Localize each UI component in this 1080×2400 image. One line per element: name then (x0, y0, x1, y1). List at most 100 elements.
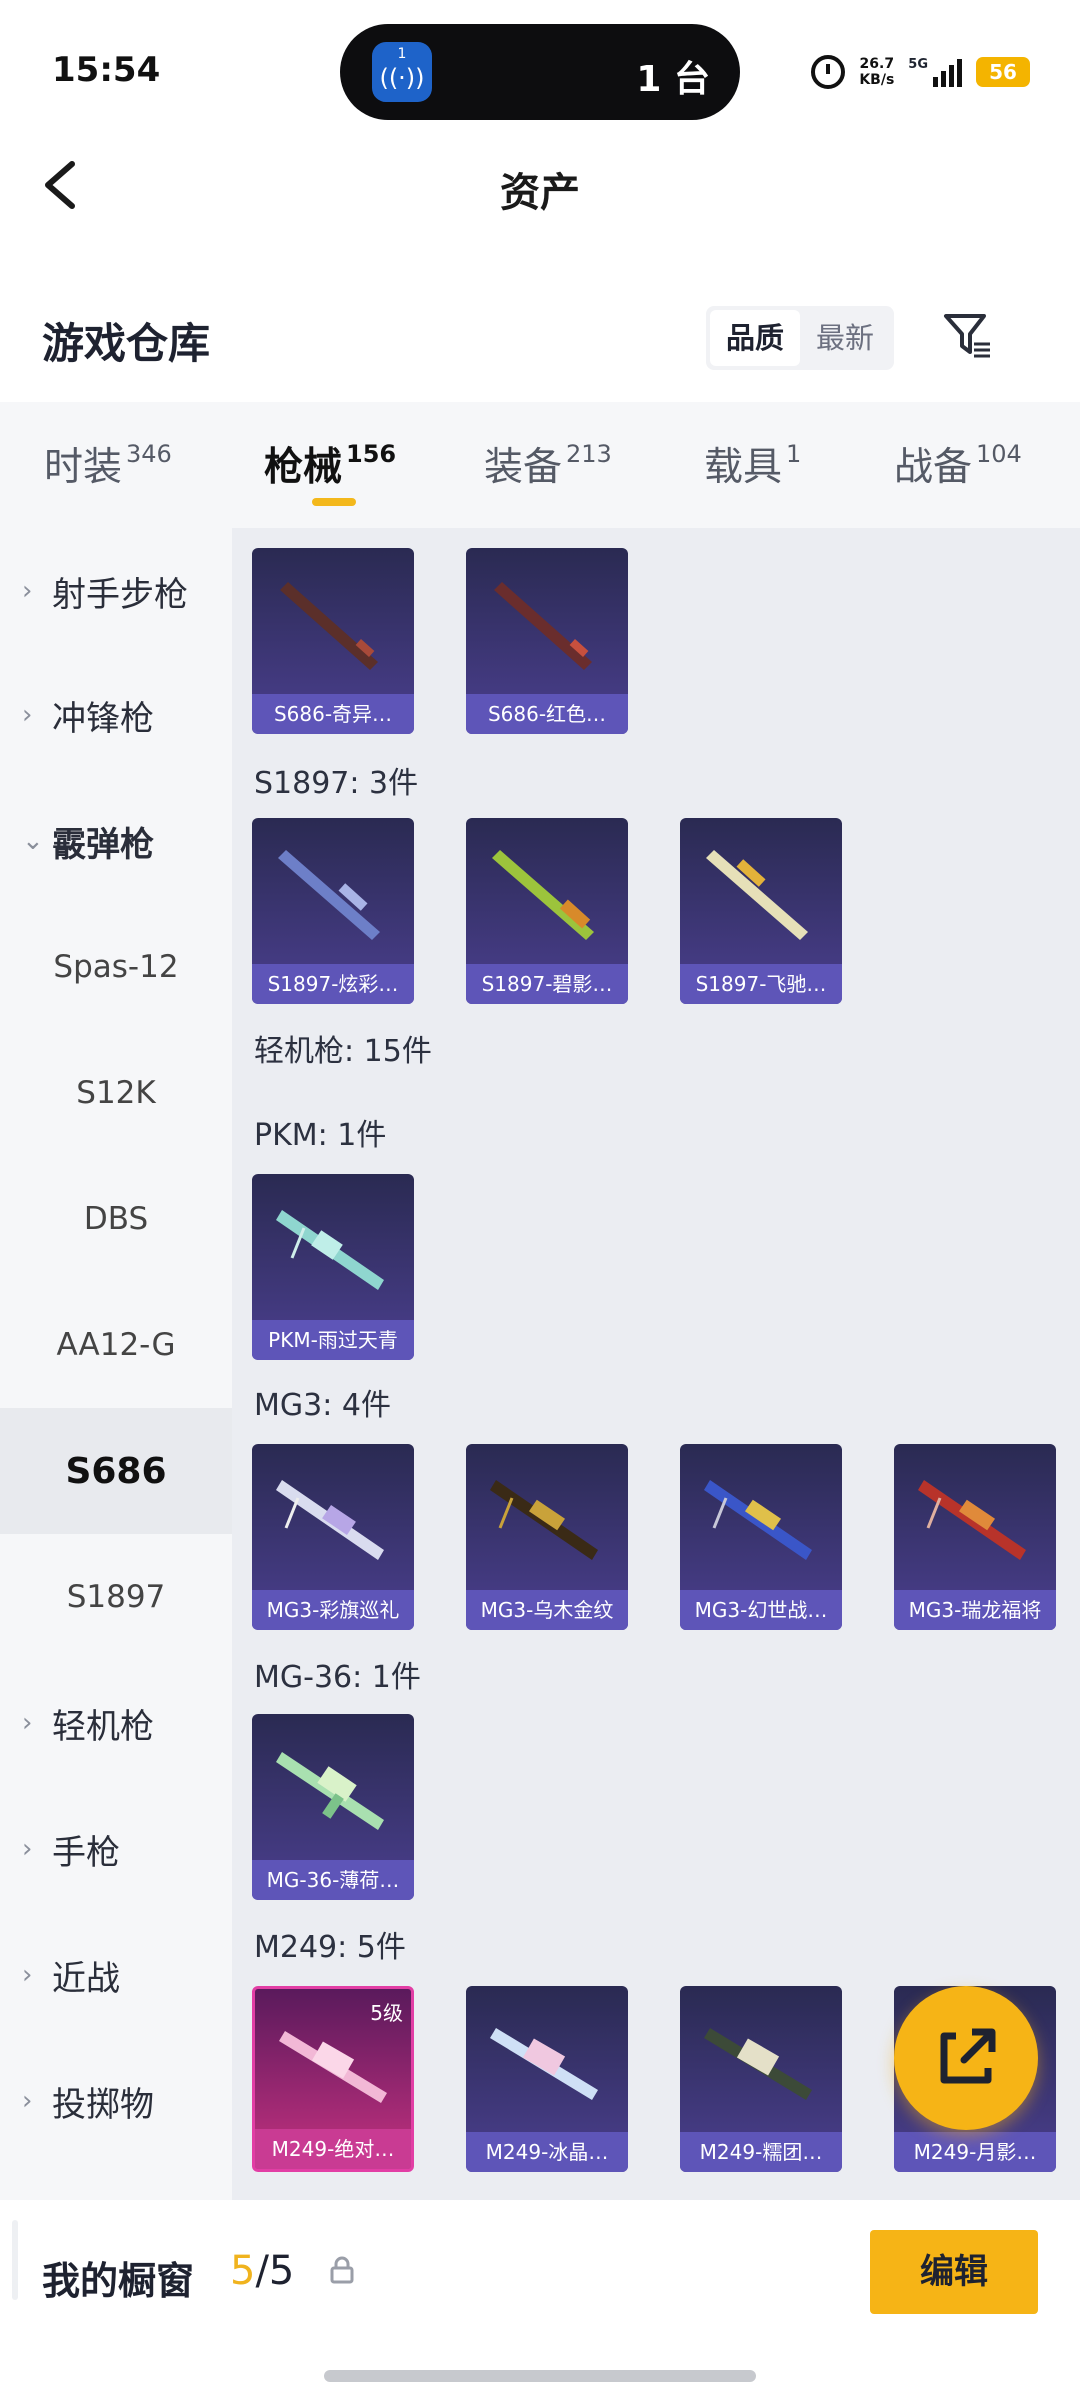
status-icons: 26.7 KB/s 5G 56 (811, 52, 1030, 92)
group-label-s1897: S1897: 3件 (254, 766, 419, 801)
sidebar-item-s1897[interactable]: S1897 (0, 1534, 232, 1660)
tab-label: 战备 (894, 445, 973, 490)
showcase-label: 我的橱窗 (42, 2259, 195, 2303)
island-badge: 1 (397, 46, 407, 62)
skin-name: M249-冰晶… (466, 2132, 628, 2172)
signal-icon: 5G (908, 57, 962, 87)
chevron-right-icon: › (22, 1708, 33, 1738)
share-button[interactable] (894, 1986, 1038, 2130)
skin-name: PKM-雨过天青 (252, 1320, 414, 1360)
weapon-type-sidebar: › 射手步枪 › 冲锋枪 ⌄ 霰弹枪 Spas-12 S12K DBS AA12-G … (0, 528, 232, 2200)
machine-gun-icon (490, 1480, 598, 1560)
sort-toggle: 品质 最新 (706, 306, 894, 370)
skin-name: MG-36-薄荷… (252, 1860, 414, 1900)
skin-card[interactable]: S686-红色… (466, 548, 628, 734)
sidebar-item-label: 投掷物 (52, 2084, 154, 2125)
tab-supplies[interactable]: 战备 104 (894, 436, 1022, 492)
skin-card[interactable]: M249-糯团… (680, 1986, 842, 2172)
group-label-pkm: PKM: 1件 (254, 1118, 387, 1153)
skin-name: MG3-幻世战… (680, 1590, 842, 1630)
showcase-total: /5 (255, 2248, 295, 2294)
sidebar-item-throwables[interactable]: › 投掷物 (0, 2038, 232, 2164)
skin-card[interactable]: MG3-幻世战… (680, 1444, 842, 1630)
tab-guns[interactable]: 枪械 156 (264, 436, 396, 492)
skin-card[interactable]: S686-奇异… (252, 548, 414, 734)
category-tabs: 时装 346 枪械 156 装备 213 载具 1 战备 104 (0, 402, 1080, 528)
skin-card[interactable]: S1897-碧影… (466, 818, 628, 1004)
warehouse-header: 游戏仓库 品质 最新 (0, 290, 1080, 390)
weapon-skin-grid: S686-奇异… S686-红色… S1897: 3件 S1897-炫彩… S1… (232, 528, 1080, 2200)
chevron-right-icon: › (22, 2086, 33, 2116)
group-label-lmg: 轻机枪: 15件 (254, 1034, 432, 1069)
home-indicator[interactable] (324, 2370, 756, 2382)
machine-gun-icon (279, 2031, 387, 2103)
shotgun-icon (278, 850, 380, 940)
alarm-icon (811, 55, 846, 89)
bar-edge (12, 2220, 18, 2300)
skin-card[interactable]: S1897-飞驰… (680, 818, 842, 1004)
sidebar-item-smg[interactable]: › 冲锋枪 (0, 652, 232, 778)
shotgun-icon (280, 582, 378, 670)
skin-card-rare[interactable]: 5级 M249-绝对… (252, 1986, 414, 2172)
tab-fashion[interactable]: 时装 346 (44, 436, 172, 492)
lock-icon (330, 2256, 354, 2284)
sidebar-item-s686[interactable]: S686 (0, 1408, 232, 1534)
share-icon (940, 2028, 996, 2084)
skin-name: M249-月影… (894, 2132, 1056, 2172)
net-speed-value: 26.7 (859, 56, 895, 72)
status-time: 15:54 (52, 50, 161, 90)
sort-option-newest[interactable]: 最新 (800, 310, 890, 366)
sidebar-item-label: 手枪 (52, 1832, 120, 1873)
sidebar-item-dbs[interactable]: DBS (0, 1156, 232, 1282)
skin-name: MG3-乌木金纹 (466, 1590, 628, 1630)
tab-label: 装备 (484, 445, 563, 490)
skin-card[interactable]: MG3-瑞龙福将 (894, 1444, 1056, 1630)
machine-gun-icon (918, 1480, 1026, 1560)
tab-count: 213 (566, 440, 612, 468)
sidebar-item-aa12g[interactable]: AA12-G (0, 1282, 232, 1408)
net-speed-unit: KB/s (859, 72, 895, 88)
shotgun-icon (706, 850, 808, 940)
dynamic-island[interactable]: 1 ((·)) 1 台 (340, 24, 740, 120)
tab-equipment[interactable]: 装备 213 (484, 436, 612, 492)
skin-card[interactable]: MG-36-薄荷… (252, 1714, 414, 1900)
chevron-right-icon: › (22, 700, 33, 730)
sidebar-item-lmg[interactable]: › 轻机枪 (0, 1660, 232, 1786)
tab-vehicles[interactable]: 载具 1 (704, 436, 801, 492)
sidebar-item-shotgun[interactable]: ⌄ 霰弹枪 (0, 778, 232, 904)
status-bar: 15:54 1 ((·)) 1 台 26.7 KB/s 5G 56 (0, 0, 1080, 140)
network-type: 5G (908, 57, 928, 72)
sidebar-item-spas12[interactable]: Spas-12 (0, 904, 232, 1030)
title-bar: 资产 (0, 140, 1080, 230)
machine-gun-icon (276, 1480, 384, 1560)
skin-name: M249-糯团… (680, 2132, 842, 2172)
skin-card[interactable]: MG3-乌木金纹 (466, 1444, 628, 1630)
rifle-icon (276, 1752, 384, 1830)
skin-card[interactable]: S1897-炫彩… (252, 818, 414, 1004)
sidebar-item-pistol[interactable]: › 手枪 (0, 1786, 232, 1912)
edit-button[interactable]: 编辑 (870, 2230, 1038, 2314)
chevron-down-icon: ⌄ (22, 826, 44, 856)
sidebar-item-label: 冲锋枪 (52, 698, 154, 739)
skin-card[interactable]: M249-冰晶… (466, 1986, 628, 2172)
net-speed: 26.7 KB/s (859, 56, 894, 88)
filter-icon[interactable] (940, 308, 996, 364)
skin-card[interactable]: MG3-彩旗巡礼 (252, 1444, 414, 1630)
sidebar-item-melee[interactable]: › 近战 (0, 1912, 232, 2038)
showcase-count: 5/5 (230, 2248, 294, 2294)
tab-count: 156 (346, 440, 397, 468)
tab-count: 1 (786, 440, 802, 468)
skin-name: S1897-炫彩… (252, 964, 414, 1004)
group-label-mg3: MG3: 4件 (254, 1388, 391, 1423)
tab-indicator (312, 498, 356, 506)
broadcast-app-icon: 1 ((·)) (372, 42, 432, 102)
skin-name: M249-绝对… (255, 2129, 411, 2169)
sidebar-item-marksman-rifle[interactable]: › 射手步枪 (0, 528, 232, 654)
chevron-right-icon: › (22, 1960, 33, 1990)
sort-option-quality[interactable]: 品质 (710, 310, 800, 366)
shotgun-icon (494, 582, 592, 670)
sidebar-item-label: 射手步枪 (52, 574, 188, 615)
skin-name: S1897-碧影… (466, 964, 628, 1004)
sidebar-item-s12k[interactable]: S12K (0, 1030, 232, 1156)
skin-card[interactable]: PKM-雨过天青 (252, 1174, 414, 1360)
